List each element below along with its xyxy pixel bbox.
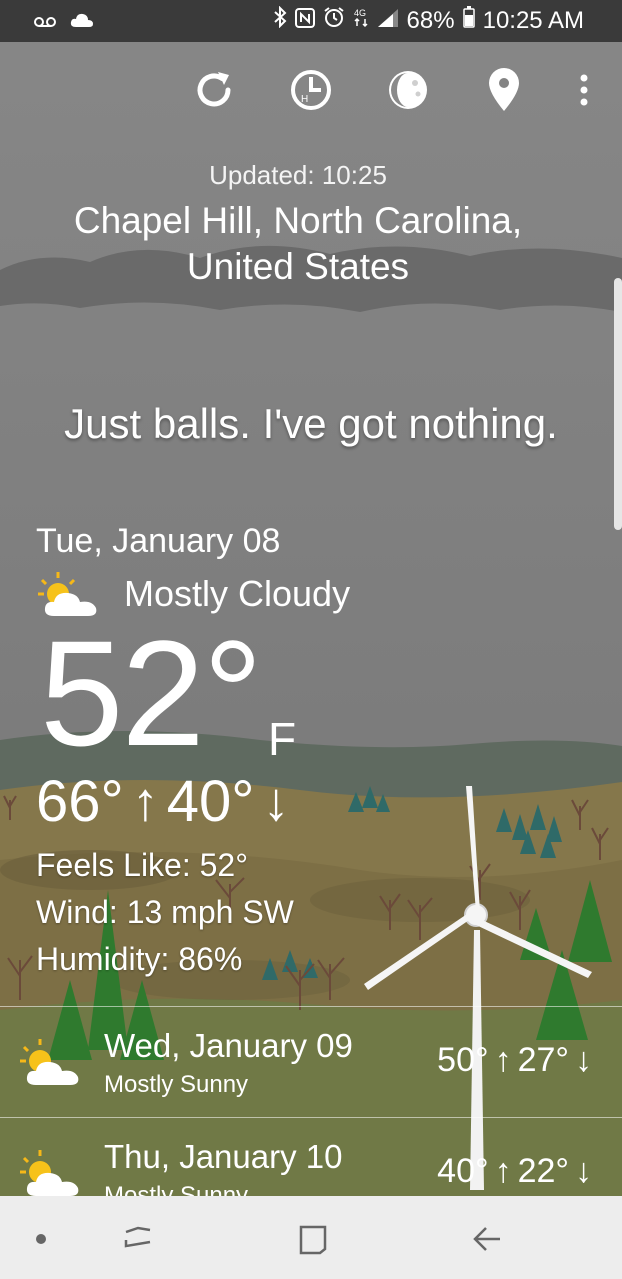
forecast-day: Thu, January 10 — [104, 1138, 343, 1175]
forecast-temps: 50° ↑ 27° ↓ — [437, 1041, 592, 1080]
cloud-icon — [70, 8, 94, 34]
arrow-up-icon: ↑ — [494, 1041, 512, 1079]
refresh-icon — [197, 72, 231, 107]
current-details: Feels Like: 52° Wind: 13 mph SW Humidity… — [36, 842, 294, 983]
forecast-day: Wed, January 09 — [104, 1027, 353, 1064]
wind: Wind: 13 mph SW — [36, 894, 294, 930]
arrow-up-icon: ↑ — [131, 771, 159, 832]
home-button[interactable] — [288, 1214, 338, 1264]
mostly-sunny-icon — [20, 1150, 79, 1196]
feels-like: Feels Like: 52° — [36, 847, 249, 883]
arrow-down-icon: ↓ — [575, 1152, 592, 1190]
forecast-row[interactable]: Thu, January 10 Mostly Sunny 40° ↑ 22° ↓ — [0, 1117, 622, 1197]
history-icon: H — [291, 70, 331, 110]
location-title: Chapel Hill, North Carolina, United Stat… — [0, 198, 596, 290]
arrow-up-icon: ↑ — [494, 1152, 512, 1190]
arrow-down-icon: ↓ — [575, 1041, 592, 1079]
recent-apps-button[interactable] — [114, 1214, 164, 1264]
forecast-row[interactable]: Wed, January 09 Mostly Sunny 50° ↑ 27° ↓ — [0, 1006, 622, 1117]
forecast-condition: Mostly Sunny — [104, 1071, 249, 1098]
more-vert-icon — [580, 74, 588, 106]
forecast-low: 27° — [517, 1041, 569, 1079]
svg-text:4G: 4G — [354, 8, 366, 18]
forecast-high: 50° — [437, 1041, 489, 1079]
navigation-bar — [0, 1196, 622, 1279]
svg-text:H: H — [301, 94, 308, 105]
data-4g-icon: 4G — [353, 6, 369, 35]
weather-tagline: Just balls. I've got nothing. — [64, 400, 558, 447]
battery-percentage: 68% — [406, 6, 455, 34]
mostly-sunny-icon — [20, 1039, 79, 1085]
high-temp: 66° — [36, 769, 124, 834]
low-temp: 40° — [166, 769, 255, 834]
arrow-down-icon: ↓ — [262, 771, 290, 832]
back-button[interactable] — [462, 1214, 512, 1264]
moon-phase-icon — [389, 71, 427, 109]
recent-apps-icon — [124, 1226, 151, 1248]
nfc-icon — [294, 7, 315, 35]
forecast-low: 22° — [517, 1152, 569, 1190]
location-button[interactable] — [476, 62, 532, 118]
history-button[interactable]: H — [283, 62, 339, 118]
nav-dot-button[interactable] — [16, 1214, 66, 1264]
more-options-button[interactable] — [556, 62, 612, 118]
forecast-condition: Mostly Sunny — [104, 1182, 249, 1197]
location-line-1: Chapel Hill, North Carolina, — [73, 200, 523, 241]
status-bar: 4G 68% 10:25 AM — [0, 0, 622, 42]
location-pin-icon — [489, 68, 519, 111]
high-low-temps: 66° ↑ 40° ↓ — [36, 768, 289, 835]
app-toolbar: H — [0, 62, 622, 122]
back-icon — [473, 1227, 500, 1251]
location-line-2: United States — [186, 246, 410, 287]
voicemail-icon — [34, 8, 56, 34]
signal-icon — [377, 7, 399, 35]
forecast-high: 40° — [437, 1152, 489, 1190]
alarm-icon — [323, 6, 345, 35]
last-updated-label: Updated: 10:25 — [209, 160, 387, 190]
bluetooth-icon — [273, 5, 287, 35]
moon-phase-button[interactable] — [380, 62, 436, 118]
scrollbar[interactable] — [614, 278, 622, 530]
forecast-temps: 40° ↑ 22° ↓ — [437, 1152, 592, 1191]
current-date: Tue, January 08 — [36, 522, 281, 560]
refresh-button[interactable] — [186, 62, 242, 118]
clock: 10:25 AM — [482, 6, 584, 34]
temperature-unit: F — [268, 713, 297, 765]
battery-icon — [462, 6, 475, 35]
current-temperature: 52° — [40, 609, 263, 777]
home-icon — [299, 1225, 327, 1255]
dot-icon — [36, 1234, 46, 1244]
humidity: Humidity: 86% — [36, 941, 243, 977]
